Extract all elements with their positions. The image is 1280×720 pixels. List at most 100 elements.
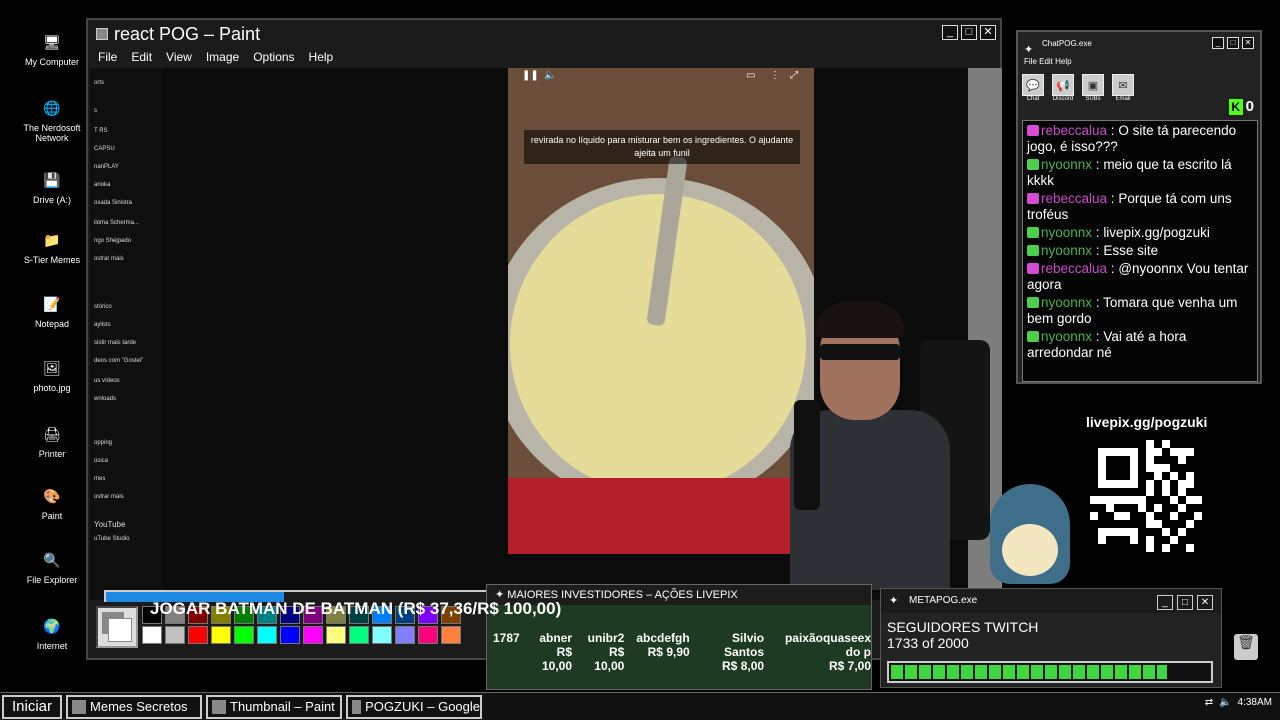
close-button[interactable]: ✕	[980, 25, 996, 40]
chat-log[interactable]: rebeccalua : O site tá parecendo jogo, é…	[1022, 120, 1258, 382]
start-button[interactable]: Iniciar	[2, 694, 63, 719]
maximize-button[interactable]: □	[961, 25, 977, 40]
short-video[interactable]: ❚❚ 🔈 ▭ ⋮ ⤢ revirada no líquido para mist…	[508, 68, 814, 554]
desktop-icon-printer[interactable]: 🖨 Printer	[18, 422, 86, 459]
task-thumbnail-paint[interactable]: Thumbnail – Paint	[206, 694, 343, 719]
palette-swatch[interactable]	[349, 626, 369, 644]
youtube-sidebar-item[interactable]: deos com "Gostei"	[94, 358, 143, 364]
palette-swatch[interactable]	[372, 626, 392, 644]
palette-swatch[interactable]	[303, 626, 323, 644]
task-memes-secretos[interactable]: Memes Secretos	[66, 694, 203, 719]
desktop-icon-internet[interactable]: 🌍 Internet	[18, 614, 86, 651]
youtube-sidebar-item[interactable]: wnloads	[94, 396, 116, 402]
chat-username[interactable]: rebeccalua	[1041, 191, 1107, 206]
youtube-sidebar-item[interactable]: iloma Scherma...	[94, 220, 139, 226]
chat-username[interactable]: nyoonnx	[1041, 329, 1092, 344]
palette-swatch[interactable]	[395, 626, 415, 644]
investor-entry: unibr2 R$ 10,00	[584, 631, 625, 673]
pause-icon[interactable]: ❚❚	[522, 70, 539, 81]
more-icon[interactable]: ⋮	[770, 70, 780, 81]
chat-username[interactable]: rebeccalua	[1041, 123, 1107, 138]
desktop-icon-notepad[interactable]: 📝 Notepad	[18, 292, 86, 329]
palette-swatch[interactable]	[441, 626, 461, 644]
network-icon[interactable]: ⇄	[1205, 697, 1213, 708]
youtube-sidebar-item[interactable]: ostrar mais	[94, 256, 124, 262]
volume-icon[interactable]: 🔈	[544, 70, 556, 81]
desktop-icon-network[interactable]: 🌐 The Nerdosoft Network	[18, 96, 86, 143]
youtube-sidebar-item[interactable]: stórico	[94, 304, 112, 310]
desktop-icon-floppy-drive[interactable]: 💾 Drive (A:)	[18, 168, 86, 205]
discord-tool[interactable]: 📢 Discord	[1052, 74, 1074, 122]
fullscreen-icon[interactable]: ⤢	[790, 70, 798, 81]
palette-swatch[interactable]	[418, 626, 438, 644]
palette-swatch[interactable]	[211, 626, 231, 644]
meta-maximize-button[interactable]: □	[1177, 595, 1193, 610]
chat-username[interactable]: nyoonnx	[1041, 295, 1092, 310]
palette-swatch[interactable]	[142, 626, 162, 644]
youtube-sidebar-item[interactable]: CAPSU	[94, 146, 115, 152]
qr-module	[1098, 464, 1106, 472]
chat-menu[interactable]: File Edit Help	[1018, 56, 1260, 68]
volume-icon[interactable]: 🔈	[1219, 697, 1231, 708]
palette-swatch[interactable]	[188, 626, 208, 644]
youtube-sidebar-item[interactable]: s	[94, 108, 97, 114]
youtube-sidebar-item[interactable]: sistir mais tarde	[94, 340, 136, 346]
youtube-sidebar-item[interactable]: opping	[94, 440, 112, 446]
meta-close-button[interactable]: ✕	[1197, 595, 1213, 610]
youtube-sidebar-item[interactable]: oxada Sinistra	[94, 200, 132, 206]
qr-module	[1178, 448, 1186, 456]
desktop-icon-computer[interactable]: 🖥 My Computer	[18, 30, 86, 67]
chat-tool[interactable]: 💬 Chat	[1022, 74, 1044, 122]
youtube-sidebar-item[interactable]: mes	[94, 476, 105, 482]
palette-swatch[interactable]	[257, 626, 277, 644]
qr-module	[1194, 488, 1202, 496]
chat-username[interactable]: nyoonnx	[1041, 225, 1092, 240]
chat-username[interactable]: nyoonnx	[1041, 243, 1092, 258]
chat-titlebar[interactable]: ✦ ChatPOG.exe _ □ ✕	[1018, 32, 1260, 56]
menu-view[interactable]: View	[166, 50, 192, 64]
desktop-icon-file-explorer[interactable]: 🔍 File Explorer	[18, 548, 86, 585]
palette-swatch[interactable]	[280, 626, 300, 644]
menu-options[interactable]: Options	[253, 50, 294, 64]
tool-label: Chat	[1026, 96, 1040, 102]
menu-edit[interactable]: Edit	[131, 50, 152, 64]
desktop-icon-folder[interactable]: 📁 S-Tier Memes	[18, 228, 86, 265]
captions-icon[interactable]: ▭	[746, 70, 755, 81]
youtube-sidebar: orts s T RS CAPSU nanPLAY arioka oxada Sinistr…	[90, 68, 162, 600]
meta-titlebar[interactable]: ✦ METAPOG.exe _ □ ✕	[881, 589, 1221, 613]
qr-module	[1194, 504, 1202, 512]
youtube-sidebar-item[interactable]: orts	[94, 80, 104, 86]
desktop-icon-image-file[interactable]: 🖼 photo.jpg	[18, 356, 86, 393]
recycle-bin-icon[interactable]: 🗑	[1234, 634, 1258, 660]
email-tool[interactable]: ✉ Email	[1112, 74, 1134, 122]
youtube-sidebar-item[interactable]: aylists	[94, 322, 111, 328]
menu-file[interactable]: File	[98, 50, 117, 64]
menu-help[interactable]: Help	[309, 50, 334, 64]
youtube-sidebar-item[interactable]: us vídeos	[94, 378, 120, 384]
youtube-sidebar-item[interactable]: YouTube	[94, 520, 125, 529]
chat-username[interactable]: rebeccalua	[1041, 261, 1107, 276]
meta-minimize-button[interactable]: _	[1157, 595, 1173, 610]
minimize-button[interactable]: _	[942, 25, 958, 40]
youtube-sidebar-item[interactable]: úsica	[94, 458, 108, 464]
task-pogzuki-google[interactable]: POGZUKI – Google	[346, 694, 483, 719]
youtube-sidebar-item[interactable]: ngo Shejpado	[94, 238, 131, 244]
palette-swatch[interactable]	[234, 626, 254, 644]
youtube-sidebar-item[interactable]: ostrar mais	[94, 494, 124, 500]
youtube-sidebar-item[interactable]: uTube Studio	[94, 536, 129, 542]
palette-swatch[interactable]	[326, 626, 346, 644]
desktop-icon-paint[interactable]: 🎨 Paint	[18, 484, 86, 521]
qr-module	[1146, 464, 1154, 472]
chat-username[interactable]: nyoonnx	[1041, 157, 1092, 172]
subs-tool[interactable]: ▣ SUBs	[1082, 74, 1104, 122]
qr-module	[1130, 488, 1138, 496]
menu-image[interactable]: Image	[206, 50, 239, 64]
chat-close-button[interactable]: ✕	[1242, 37, 1254, 49]
youtube-sidebar-item[interactable]: T RS	[94, 128, 108, 134]
chat-maximize-button[interactable]: □	[1227, 37, 1239, 49]
chat-minimize-button[interactable]: _	[1212, 37, 1224, 49]
paint-titlebar[interactable]: react POG – Paint	[88, 20, 1000, 48]
youtube-sidebar-item[interactable]: nanPLAY	[94, 164, 119, 170]
youtube-sidebar-item[interactable]: arioka	[94, 182, 110, 188]
palette-swatch[interactable]	[165, 626, 185, 644]
